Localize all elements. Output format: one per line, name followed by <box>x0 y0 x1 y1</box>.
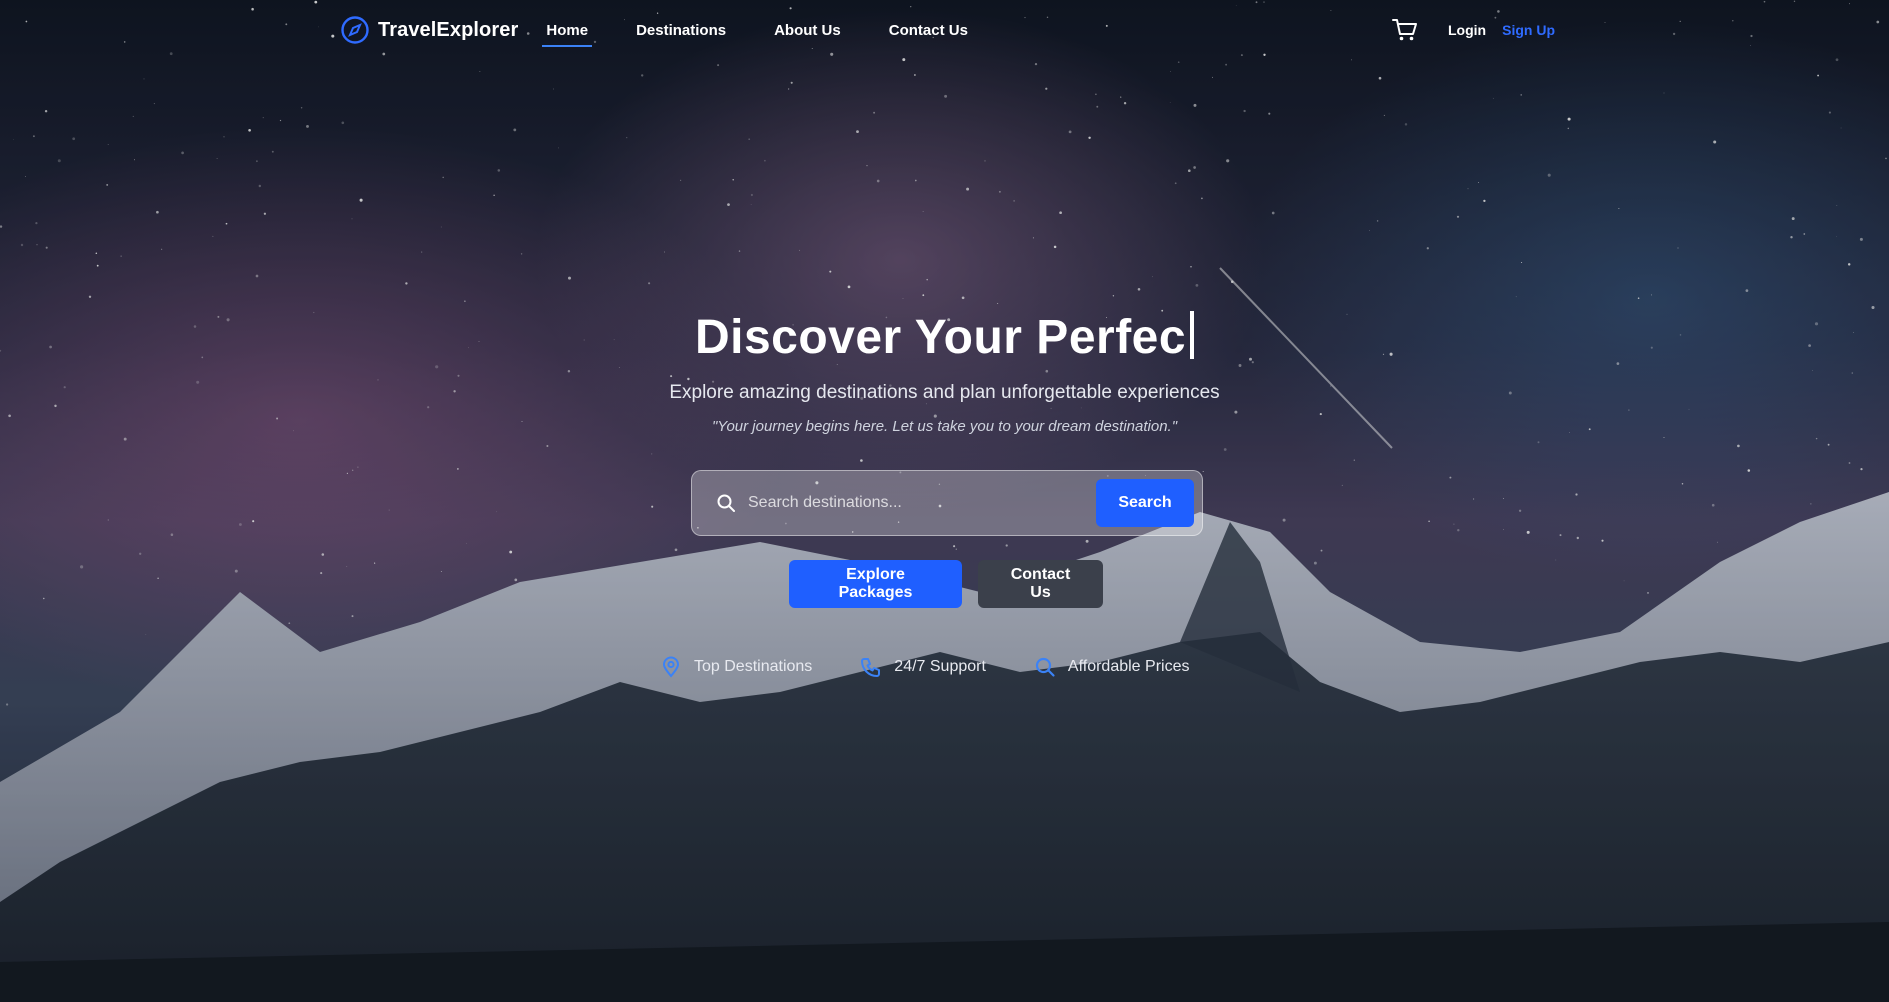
hero-headline-text: Discover Your Perfec <box>694 311 1187 364</box>
nav-about-us[interactable]: About Us <box>770 18 845 43</box>
compass-icon <box>341 16 369 44</box>
feature-top-destinations: Top Destinations <box>660 656 812 678</box>
search-icon <box>717 494 735 512</box>
signup-link[interactable]: Sign Up <box>1502 22 1555 38</box>
login-link[interactable]: Login <box>1448 22 1486 38</box>
search-button[interactable]: Search <box>1096 479 1194 527</box>
search-input[interactable] <box>748 494 1096 512</box>
nav-actions: Login Sign Up <box>1392 18 1555 42</box>
feature-affordable-prices: Affordable Prices <box>1034 656 1190 678</box>
feature-support: 24/7 Support <box>860 656 986 678</box>
phone-icon <box>861 658 881 677</box>
hero-quote: "Your journey begins here. Let us take y… <box>711 418 1178 435</box>
main-menu: Home Destinations About Us Contact Us <box>542 18 972 47</box>
brand[interactable]: TravelExplorer <box>340 15 518 45</box>
feature-label: 24/7 Support <box>894 658 986 675</box>
hero-cta-group: Explore Packages Contact Us <box>789 560 1103 608</box>
feature-list: Top Destinations 24/7 Support Affordable… <box>660 656 1189 678</box>
nav-contact-us[interactable]: Contact Us <box>885 18 972 43</box>
hero-headline: Discover Your Perfec <box>0 310 1889 365</box>
cart-icon[interactable] <box>1392 18 1418 42</box>
contact-us-button[interactable]: Contact Us <box>978 560 1103 608</box>
search-bar: Search <box>691 470 1203 536</box>
feature-label: Affordable Prices <box>1067 658 1190 675</box>
nav-home[interactable]: Home <box>542 18 592 47</box>
feature-label: Top Destinations <box>694 658 813 675</box>
brand-name: TravelExplorer <box>378 18 519 41</box>
top-navbar: TravelExplorer Home Destinations About U… <box>340 0 1555 60</box>
hero-subtitle: Explore amazing destinations and plan un… <box>669 382 1220 403</box>
search-icon <box>1035 657 1055 677</box>
typing-caret <box>1190 311 1195 359</box>
explore-packages-button[interactable]: Explore Packages <box>789 560 962 608</box>
nav-destinations[interactable]: Destinations <box>632 18 730 43</box>
map-pin-icon <box>662 656 680 678</box>
